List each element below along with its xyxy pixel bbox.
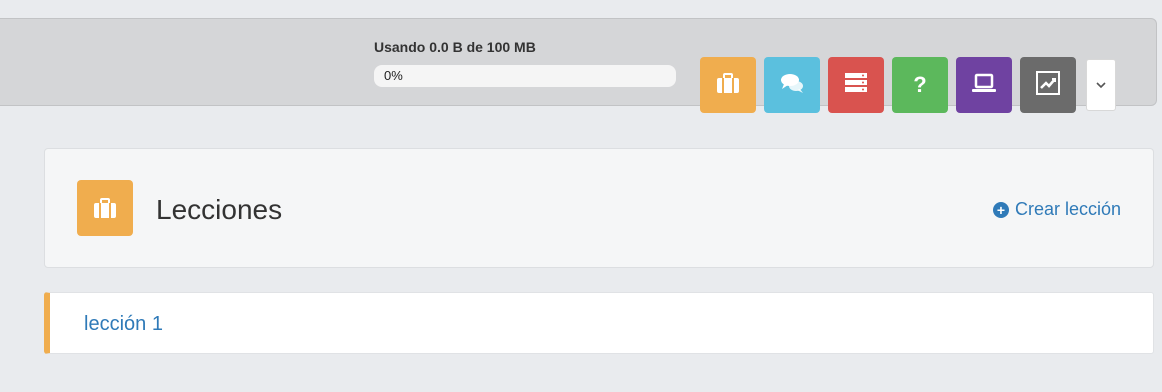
lessons-button[interactable] (700, 57, 756, 113)
create-lesson-link[interactable]: + Crear lección (992, 199, 1121, 220)
create-lesson-label: Crear lección (1014, 199, 1121, 219)
storage-progress-bar: 0% (374, 65, 676, 87)
laptop-icon (970, 69, 998, 102)
line-chart-icon (1034, 69, 1062, 102)
stacked-list-icon (842, 69, 870, 102)
lesson-link[interactable]: lección 1 (84, 313, 163, 336)
briefcase-icon (77, 180, 133, 236)
lessons-panel-header: Lecciones + Crear lección (44, 148, 1154, 268)
briefcase-icon (714, 69, 742, 102)
storage-usage-label: Usando 0.0 B de 100 MB (374, 39, 536, 55)
messages-button[interactable] (764, 57, 820, 113)
plus-circle-icon: + (992, 201, 1009, 218)
page-title: Lecciones (156, 194, 283, 225)
chevron-down-icon (1095, 76, 1107, 94)
question-icon: ? (913, 72, 927, 97)
help-button[interactable]: ? (892, 57, 948, 113)
list-item: lección 1 (44, 292, 1154, 354)
computer-button[interactable] (956, 57, 1012, 113)
chat-bubbles-icon (778, 69, 806, 102)
storage-progress-text: 0% (384, 68, 403, 83)
stats-button[interactable] (1020, 57, 1076, 113)
top-toolbar: Usando 0.0 B de 100 MB 0% ? (0, 18, 1157, 113)
list-button[interactable] (828, 57, 884, 113)
dropdown-toggle-button[interactable] (1086, 59, 1116, 111)
